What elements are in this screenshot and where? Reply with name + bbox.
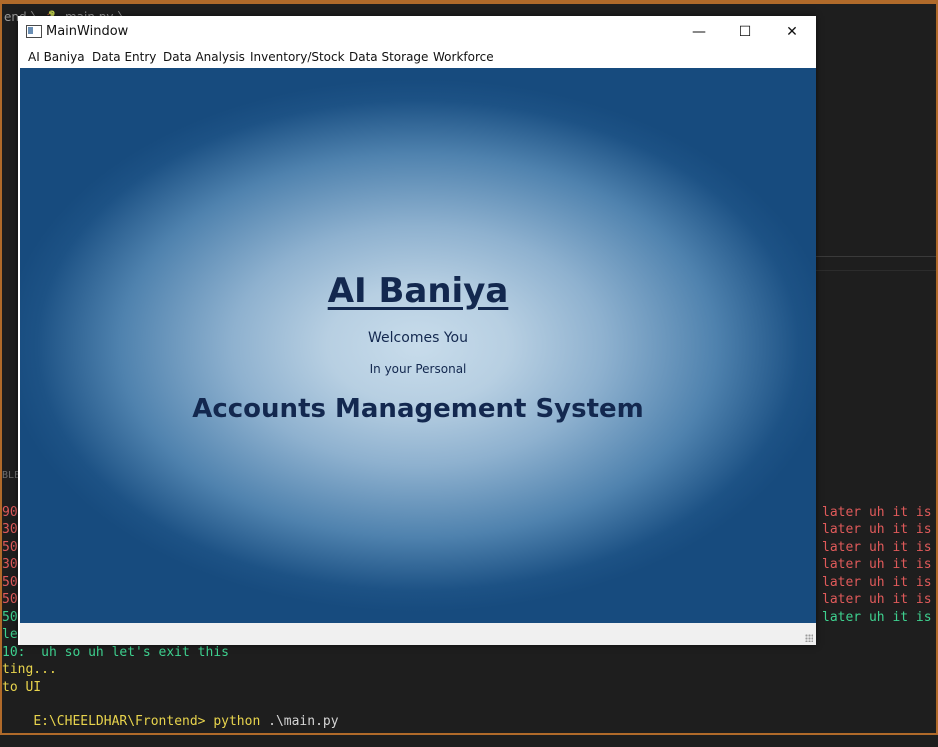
prompt-path: E:\CHEELDHAR\Frontend> <box>33 714 206 729</box>
terminal-line: to UI <box>2 680 42 695</box>
window-title: MainWindow <box>46 24 129 39</box>
terminal-line: ting... <box>2 662 57 677</box>
terminal-line-prefix: 50 <box>2 592 18 607</box>
terminal-line-right: later uh it is <box>822 522 932 537</box>
title-bar[interactable]: MainWindow — ☐ ✕ <box>18 16 816 47</box>
menu-ai-baniya[interactable]: AI Baniya <box>28 50 85 64</box>
welcome-panel: AI Baniya Welcomes You In your Personal … <box>20 68 816 623</box>
menu-data-analysis[interactable]: Data Analysis <box>163 50 245 64</box>
panel-divider <box>816 270 936 271</box>
welcome-text: Welcomes You <box>368 330 468 346</box>
panel-divider <box>816 256 936 257</box>
terminal-line-right: later uh it is <box>822 575 932 590</box>
maximize-button[interactable]: ☐ <box>722 16 768 47</box>
close-button[interactable]: ✕ <box>769 16 815 47</box>
system-title: Accounts Management System <box>192 394 644 424</box>
minimize-button[interactable]: — <box>676 16 722 47</box>
terminal-line-prefix: 50 <box>2 575 18 590</box>
menu-data-entry[interactable]: Data Entry <box>92 50 156 64</box>
terminal-line-right: later uh it is <box>822 557 932 572</box>
prompt-command: python <box>213 714 261 729</box>
terminal-line: 10: uh so uh let's exit this <box>2 645 229 660</box>
terminal-line-right: later uh it is <box>822 610 932 625</box>
menu-data-storage[interactable]: Data Storage <box>349 50 428 64</box>
personal-text: In your Personal <box>369 362 467 376</box>
app-window-icon[interactable] <box>26 25 42 38</box>
main-window[interactable]: MainWindow — ☐ ✕ AI Baniya Data Entry Da… <box>18 16 816 645</box>
terminal-prompt[interactable]: E:\CHEELDHAR\Frontend> python .\main.py <box>2 696 339 747</box>
terminal-line-prefix: 90 <box>2 505 18 520</box>
status-bar <box>20 623 816 645</box>
app-heading: AI Baniya <box>327 271 509 311</box>
menu-inventory-stock[interactable]: Inventory/Stock <box>250 50 345 64</box>
resize-grip-icon[interactable] <box>805 634 813 642</box>
terminal-line-right: later uh it is <box>822 540 932 555</box>
menu-bar: AI Baniya Data Entry Data Analysis Inven… <box>18 47 816 68</box>
terminal-line-prefix: 30 <box>2 557 18 572</box>
terminal-line-prefix: 50 <box>2 540 18 555</box>
menu-workforce[interactable]: Workforce <box>433 50 494 64</box>
terminal-line-right: later uh it is <box>822 592 932 607</box>
terminal-line-prefix: 30 <box>2 522 18 537</box>
terminal-line-prefix: 50 <box>2 610 18 625</box>
terminal-line-right: later uh it is <box>822 505 932 520</box>
prompt-argument: .\main.py <box>268 714 339 729</box>
terminal-line: le <box>2 627 18 642</box>
